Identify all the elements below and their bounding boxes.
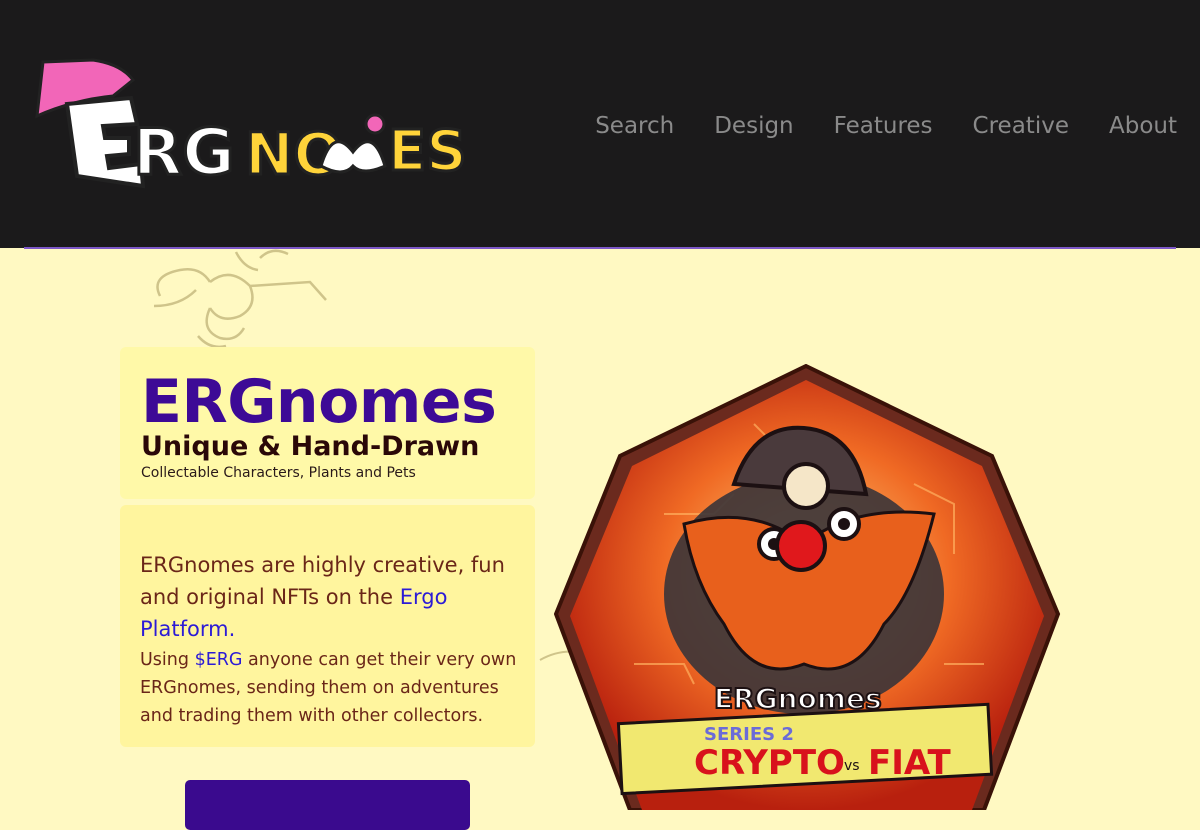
hero-description: ERGnomes are highly creative, fun and or… (140, 553, 505, 641)
hero-tagline: Collectable Characters, Plants and Pets (141, 465, 416, 481)
hero-title: ERGnomes (141, 367, 497, 437)
badge-theme-right: FIAT (868, 743, 952, 783)
cta-button[interactable] (185, 780, 470, 830)
nav-about[interactable]: About (1109, 113, 1177, 139)
hero-subtitle: Unique & Hand-Drawn (141, 431, 480, 462)
erg-token-link[interactable]: $ERG (195, 650, 243, 670)
hero-description-secondary: Using $ERG anyone can get their very own… (140, 650, 517, 726)
background-plant-doodle (153, 249, 327, 349)
badge-logo-text: ERGnomes (714, 682, 882, 715)
series-2-nft-badge: ERGnomes SERIES 2 CRYPTO vs FIAT (554, 364, 1061, 810)
nav-search[interactable]: Search (595, 113, 674, 139)
main-nav: Search Design Features Creative About (595, 108, 1177, 144)
nav-design[interactable]: Design (714, 113, 793, 139)
svg-text:ES: ES (388, 119, 467, 184)
svg-text:RG: RG (133, 116, 235, 190)
badge-theme-vs: vs (844, 758, 860, 774)
nav-creative[interactable]: Creative (973, 113, 1069, 139)
ergnomes-logo[interactable]: RG NO ES (33, 56, 503, 190)
badge-series-text: SERIES 2 (704, 724, 794, 745)
badge-theme-left: CRYPTO (694, 743, 845, 783)
nav-features[interactable]: Features (834, 113, 933, 139)
